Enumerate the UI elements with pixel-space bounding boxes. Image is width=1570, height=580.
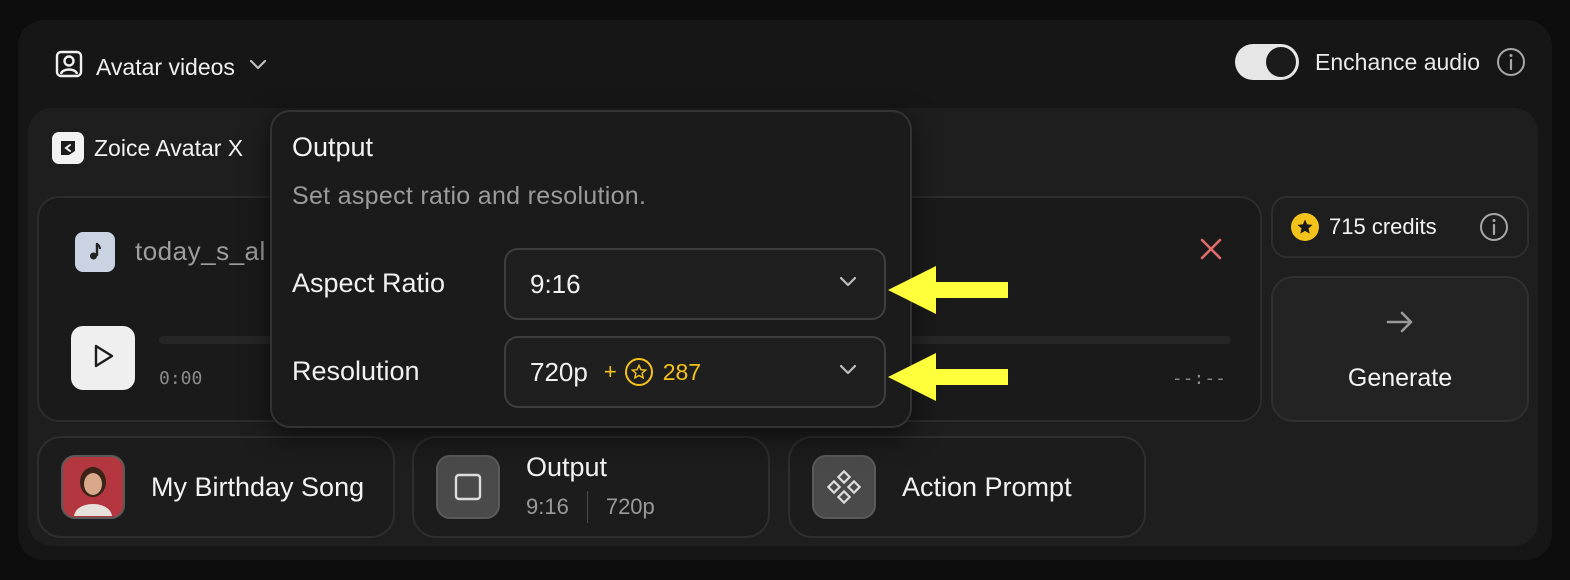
output-summary: Output 9:16 720p <box>526 452 655 523</box>
aspect-ratio-label: Aspect Ratio <box>292 268 446 298</box>
info-icon[interactable] <box>1479 212 1509 242</box>
output-values: 9:16 720p <box>526 490 655 523</box>
audio-filename: today_s_al <box>135 236 266 266</box>
model-name: Zoice Avatar X <box>94 134 244 161</box>
play-button[interactable] <box>71 326 135 390</box>
arrow-right-icon <box>1383 305 1417 346</box>
resolution-select[interactable]: 720p + 287 <box>504 336 886 408</box>
enhance-audio-control: Enchance audio <box>1235 44 1526 80</box>
model-selector[interactable]: Zoice Avatar X <box>52 132 243 164</box>
divider <box>586 490 588 523</box>
play-icon <box>88 341 118 376</box>
info-icon[interactable] <box>1496 47 1526 77</box>
output-aspect: 9:16 <box>526 493 569 519</box>
action-prompt-chip[interactable]: Action Prompt <box>788 436 1146 538</box>
output-popover: Output Set aspect ratio and resolution. … <box>270 110 912 428</box>
aspect-ratio-value: 9:16 <box>530 268 581 299</box>
aspect-ratio-select[interactable]: 9:16 <box>504 248 886 320</box>
output-title: Output <box>526 451 608 482</box>
mode-dropdown[interactable]: Avatar videos <box>54 49 269 85</box>
generate-label: Generate <box>1347 364 1453 392</box>
time-current: 0:00 <box>159 368 203 389</box>
action-prompt-title: Action Prompt <box>902 471 1072 502</box>
output-resolution: 720p <box>605 493 655 519</box>
music-note-icon <box>75 232 115 272</box>
star-coin-icon <box>1291 213 1319 241</box>
song-title: My Birthday Song <box>151 471 365 502</box>
resolution-label: Resolution <box>292 356 420 386</box>
annotation-arrow-icon <box>888 266 1008 314</box>
time-total: --:-- <box>1171 368 1226 389</box>
close-icon[interactable] <box>1196 234 1226 264</box>
chevron-down-icon <box>247 53 269 81</box>
song-chip[interactable]: My Birthday Song <box>37 436 395 538</box>
generate-button[interactable]: Generate <box>1271 276 1529 422</box>
credits-label: 715 credits <box>1329 214 1437 239</box>
plus-sign: + <box>603 359 617 384</box>
chevron-down-icon <box>836 357 860 388</box>
zoice-logo-icon <box>52 132 84 164</box>
toggle-knob <box>1266 47 1297 77</box>
enhance-audio-label: Enchance audio <box>1315 48 1480 75</box>
popover-subtitle: Set aspect ratio and resolution. <box>292 182 647 210</box>
avatar <box>61 455 125 519</box>
popover-title: Output <box>292 132 374 162</box>
user-portrait-icon <box>54 49 84 85</box>
mode-label: Avatar videos <box>96 53 235 80</box>
star-coin-icon <box>624 358 653 386</box>
credits-badge: 715 credits <box>1271 196 1529 258</box>
resolution-value: 720p <box>530 356 588 387</box>
move-diamonds-icon <box>812 455 876 519</box>
enhance-audio-toggle[interactable] <box>1235 44 1300 80</box>
resolution-cost: 287 <box>662 358 702 385</box>
chevron-down-icon <box>836 269 860 300</box>
square-frame-icon <box>436 455 500 519</box>
annotation-arrow-icon <box>888 353 1008 401</box>
output-chip[interactable]: Output 9:16 720p <box>412 436 770 538</box>
